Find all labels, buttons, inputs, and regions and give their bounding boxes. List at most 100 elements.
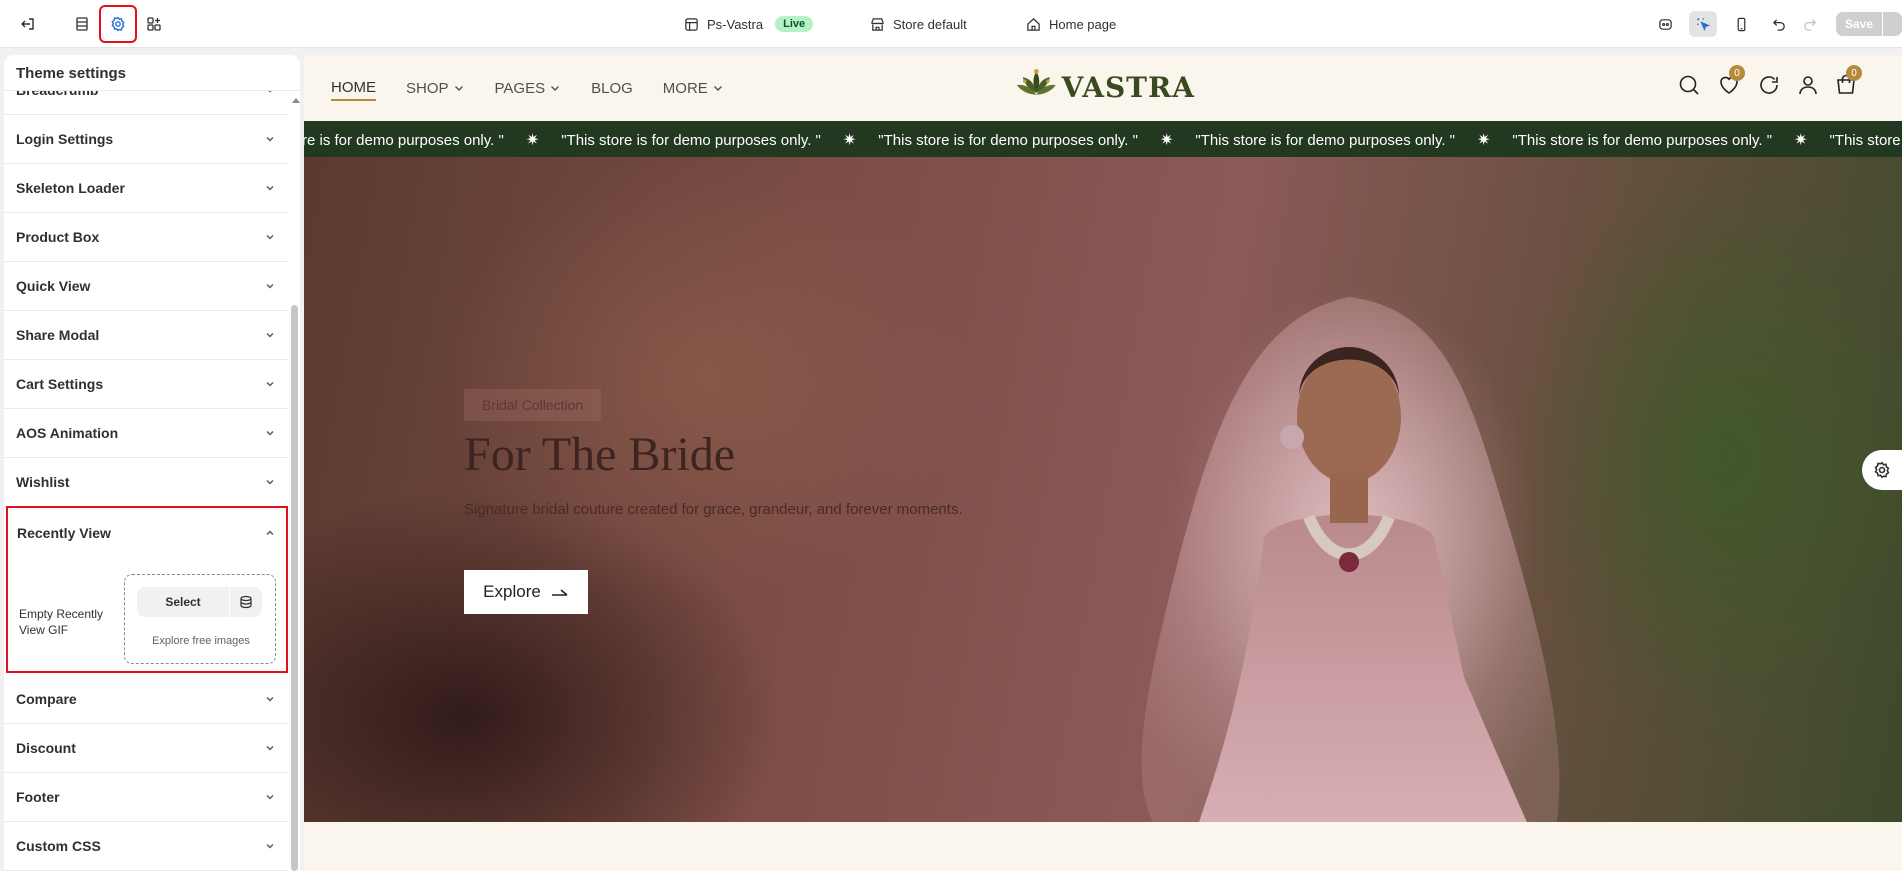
- hero-banner[interactable]: Bridal Collection For The Bride Signatur…: [304, 157, 1902, 822]
- chevron-down-icon: [266, 430, 274, 436]
- chevron-down-icon: [266, 332, 274, 338]
- store-name: Ps-Vastra: [707, 16, 764, 32]
- account-icon[interactable]: [1796, 73, 1822, 99]
- accordion-login-settings[interactable]: Login Settings: [4, 115, 288, 164]
- nav-blog[interactable]: BLOG: [591, 75, 633, 101]
- accordion-skeleton-loader[interactable]: Skeleton Loader: [4, 164, 288, 213]
- accordion-aos-animation[interactable]: AOS Animation: [4, 409, 288, 458]
- compare-icon[interactable]: [1757, 73, 1783, 99]
- page-selector[interactable]: Home page: [1026, 0, 1116, 48]
- editor-topbar: Ps-Vastra Live Store default Home page S…: [0, 0, 1902, 48]
- store-header: HOME SHOP PAGES BLOG MORE VASTRA 0 0: [304, 55, 1902, 121]
- announcement-text: "This store is for demo purposes only. ": [878, 131, 1138, 149]
- accordion-cart-settings[interactable]: Cart Settings: [4, 360, 288, 409]
- mobile-preview-icon[interactable]: [1727, 11, 1755, 37]
- page-label: Home page: [1049, 16, 1117, 32]
- wishlist-icon[interactable]: 0: [1717, 65, 1745, 99]
- sparkle-icon: ✷: [525, 132, 540, 149]
- announcement-text: "This store is for demo purposes only. ": [561, 131, 821, 149]
- sections-icon[interactable]: [68, 10, 96, 38]
- select-image-button[interactable]: Select: [137, 587, 229, 617]
- image-picker: Select Explore free images: [124, 574, 276, 664]
- floating-settings-icon[interactable]: [1862, 450, 1902, 490]
- nav-shop[interactable]: SHOP: [406, 75, 465, 101]
- scroll-up-arrow[interactable]: [292, 98, 300, 103]
- cart-icon[interactable]: 0: [1834, 65, 1862, 99]
- announcement-text: re is for demo purposes only. ": [304, 131, 504, 149]
- select-cursor-icon[interactable]: [1689, 11, 1717, 37]
- home-icon: [1027, 17, 1040, 31]
- chevron-down-icon: [266, 843, 274, 849]
- chevron-down-icon: [266, 381, 274, 387]
- empty-recently-view-gif-label: Empty Recently View GIF: [19, 607, 104, 637]
- main-nav: HOME SHOP PAGES BLOG MORE: [331, 75, 754, 101]
- chevron-down-icon: [266, 794, 274, 800]
- wishlist-count-badge: 0: [1729, 65, 1745, 81]
- exit-icon[interactable]: [14, 10, 42, 38]
- chevron-down-icon: [266, 479, 274, 485]
- chevron-down-icon: [266, 745, 274, 751]
- accordion-product-box[interactable]: Product Box: [4, 213, 288, 262]
- announcement-bar: re is for demo purposes only. " ✷ "This …: [304, 121, 1902, 157]
- accordion-quick-view[interactable]: Quick View: [4, 262, 288, 311]
- store-icon: [685, 17, 698, 31]
- accordion-discount[interactable]: Discount: [4, 724, 288, 773]
- hero-model-image: [1141, 297, 1560, 822]
- accordion-footer[interactable]: Footer: [4, 773, 288, 822]
- announcement-text: "This store is: [1829, 131, 1902, 149]
- accordion-share-modal[interactable]: Share Modal: [4, 311, 288, 360]
- chevron-down-icon: [266, 696, 274, 702]
- chevron-up-icon: [266, 529, 274, 535]
- save-button[interactable]: Save: [1836, 12, 1882, 36]
- store-selector[interactable]: Ps-Vastra Live: [684, 0, 814, 48]
- sparkle-icon: ✷: [1794, 132, 1808, 149]
- chevron-down-icon: [266, 136, 274, 142]
- chevron-down-icon: [266, 234, 274, 240]
- accordion-wishlist[interactable]: Wishlist: [4, 458, 288, 507]
- hero-title: For The Bride: [464, 428, 736, 481]
- sparkle-icon: ✷: [1159, 132, 1174, 149]
- announcement-text: "This store is for demo purposes only. ": [1512, 131, 1773, 149]
- chevron-down-icon: [266, 283, 274, 289]
- hero-subtitle: Signature bridal couture created for gra…: [464, 501, 963, 518]
- store-logo[interactable]: VASTRA: [1015, 61, 1195, 113]
- chevron-down-icon: [551, 86, 560, 91]
- live-status-badge: Live: [775, 16, 814, 32]
- chevron-down-icon: [454, 86, 463, 91]
- accordion-custom-css[interactable]: Custom CSS: [4, 822, 288, 871]
- redo-icon[interactable]: [1795, 11, 1823, 37]
- storefront-icon: [871, 17, 884, 31]
- announcement-text: "This store is for demo purposes only. ": [1195, 131, 1455, 149]
- panel-title: Theme settings: [4, 55, 300, 91]
- search-icon[interactable]: [1677, 73, 1703, 99]
- apps-icon[interactable]: [140, 10, 168, 38]
- accordion-recently-view[interactable]: Recently View: [8, 508, 286, 557]
- theme-settings-icon[interactable]: [99, 5, 137, 43]
- logo-text: VASTRA: [1061, 70, 1195, 104]
- chevron-down-icon: [266, 185, 274, 191]
- hero-tag: Bridal Collection: [464, 389, 602, 421]
- accordion-compare[interactable]: Compare: [4, 675, 288, 724]
- undo-icon[interactable]: [1765, 11, 1793, 37]
- media-library-icon[interactable]: [230, 587, 262, 617]
- arrow-right-icon: [551, 589, 568, 596]
- lotus-logo-icon: [1016, 69, 1056, 95]
- chevron-down-icon: [713, 86, 722, 91]
- accordion-recently-view-expanded: Recently View Empty Recently View GIF Se…: [6, 506, 288, 673]
- theme-settings-panel: Breadcrumb Login Settings Skeleton Loade…: [4, 55, 300, 871]
- nav-more[interactable]: MORE: [663, 75, 724, 101]
- save-options-button[interactable]: [1883, 12, 1902, 36]
- explore-free-images-link[interactable]: Explore free images: [125, 635, 277, 647]
- explore-button[interactable]: Explore: [464, 570, 588, 614]
- inspector-icon[interactable]: [1651, 11, 1679, 37]
- store-preview: HOME SHOP PAGES BLOG MORE VASTRA 0 0 re …: [304, 55, 1902, 871]
- nav-home[interactable]: HOME: [331, 75, 376, 101]
- nav-pages[interactable]: PAGES: [495, 75, 562, 101]
- sparkle-icon: ✷: [1477, 132, 1491, 149]
- cart-count-badge: 0: [1846, 65, 1862, 81]
- scrollbar-thumb[interactable]: [291, 305, 298, 871]
- theme-label: Store default: [893, 16, 967, 32]
- settings-list[interactable]: Breadcrumb Login Settings Skeleton Loade…: [4, 55, 288, 871]
- theme-selector[interactable]: Store default: [870, 0, 967, 48]
- sparkle-icon: ✷: [842, 132, 857, 149]
